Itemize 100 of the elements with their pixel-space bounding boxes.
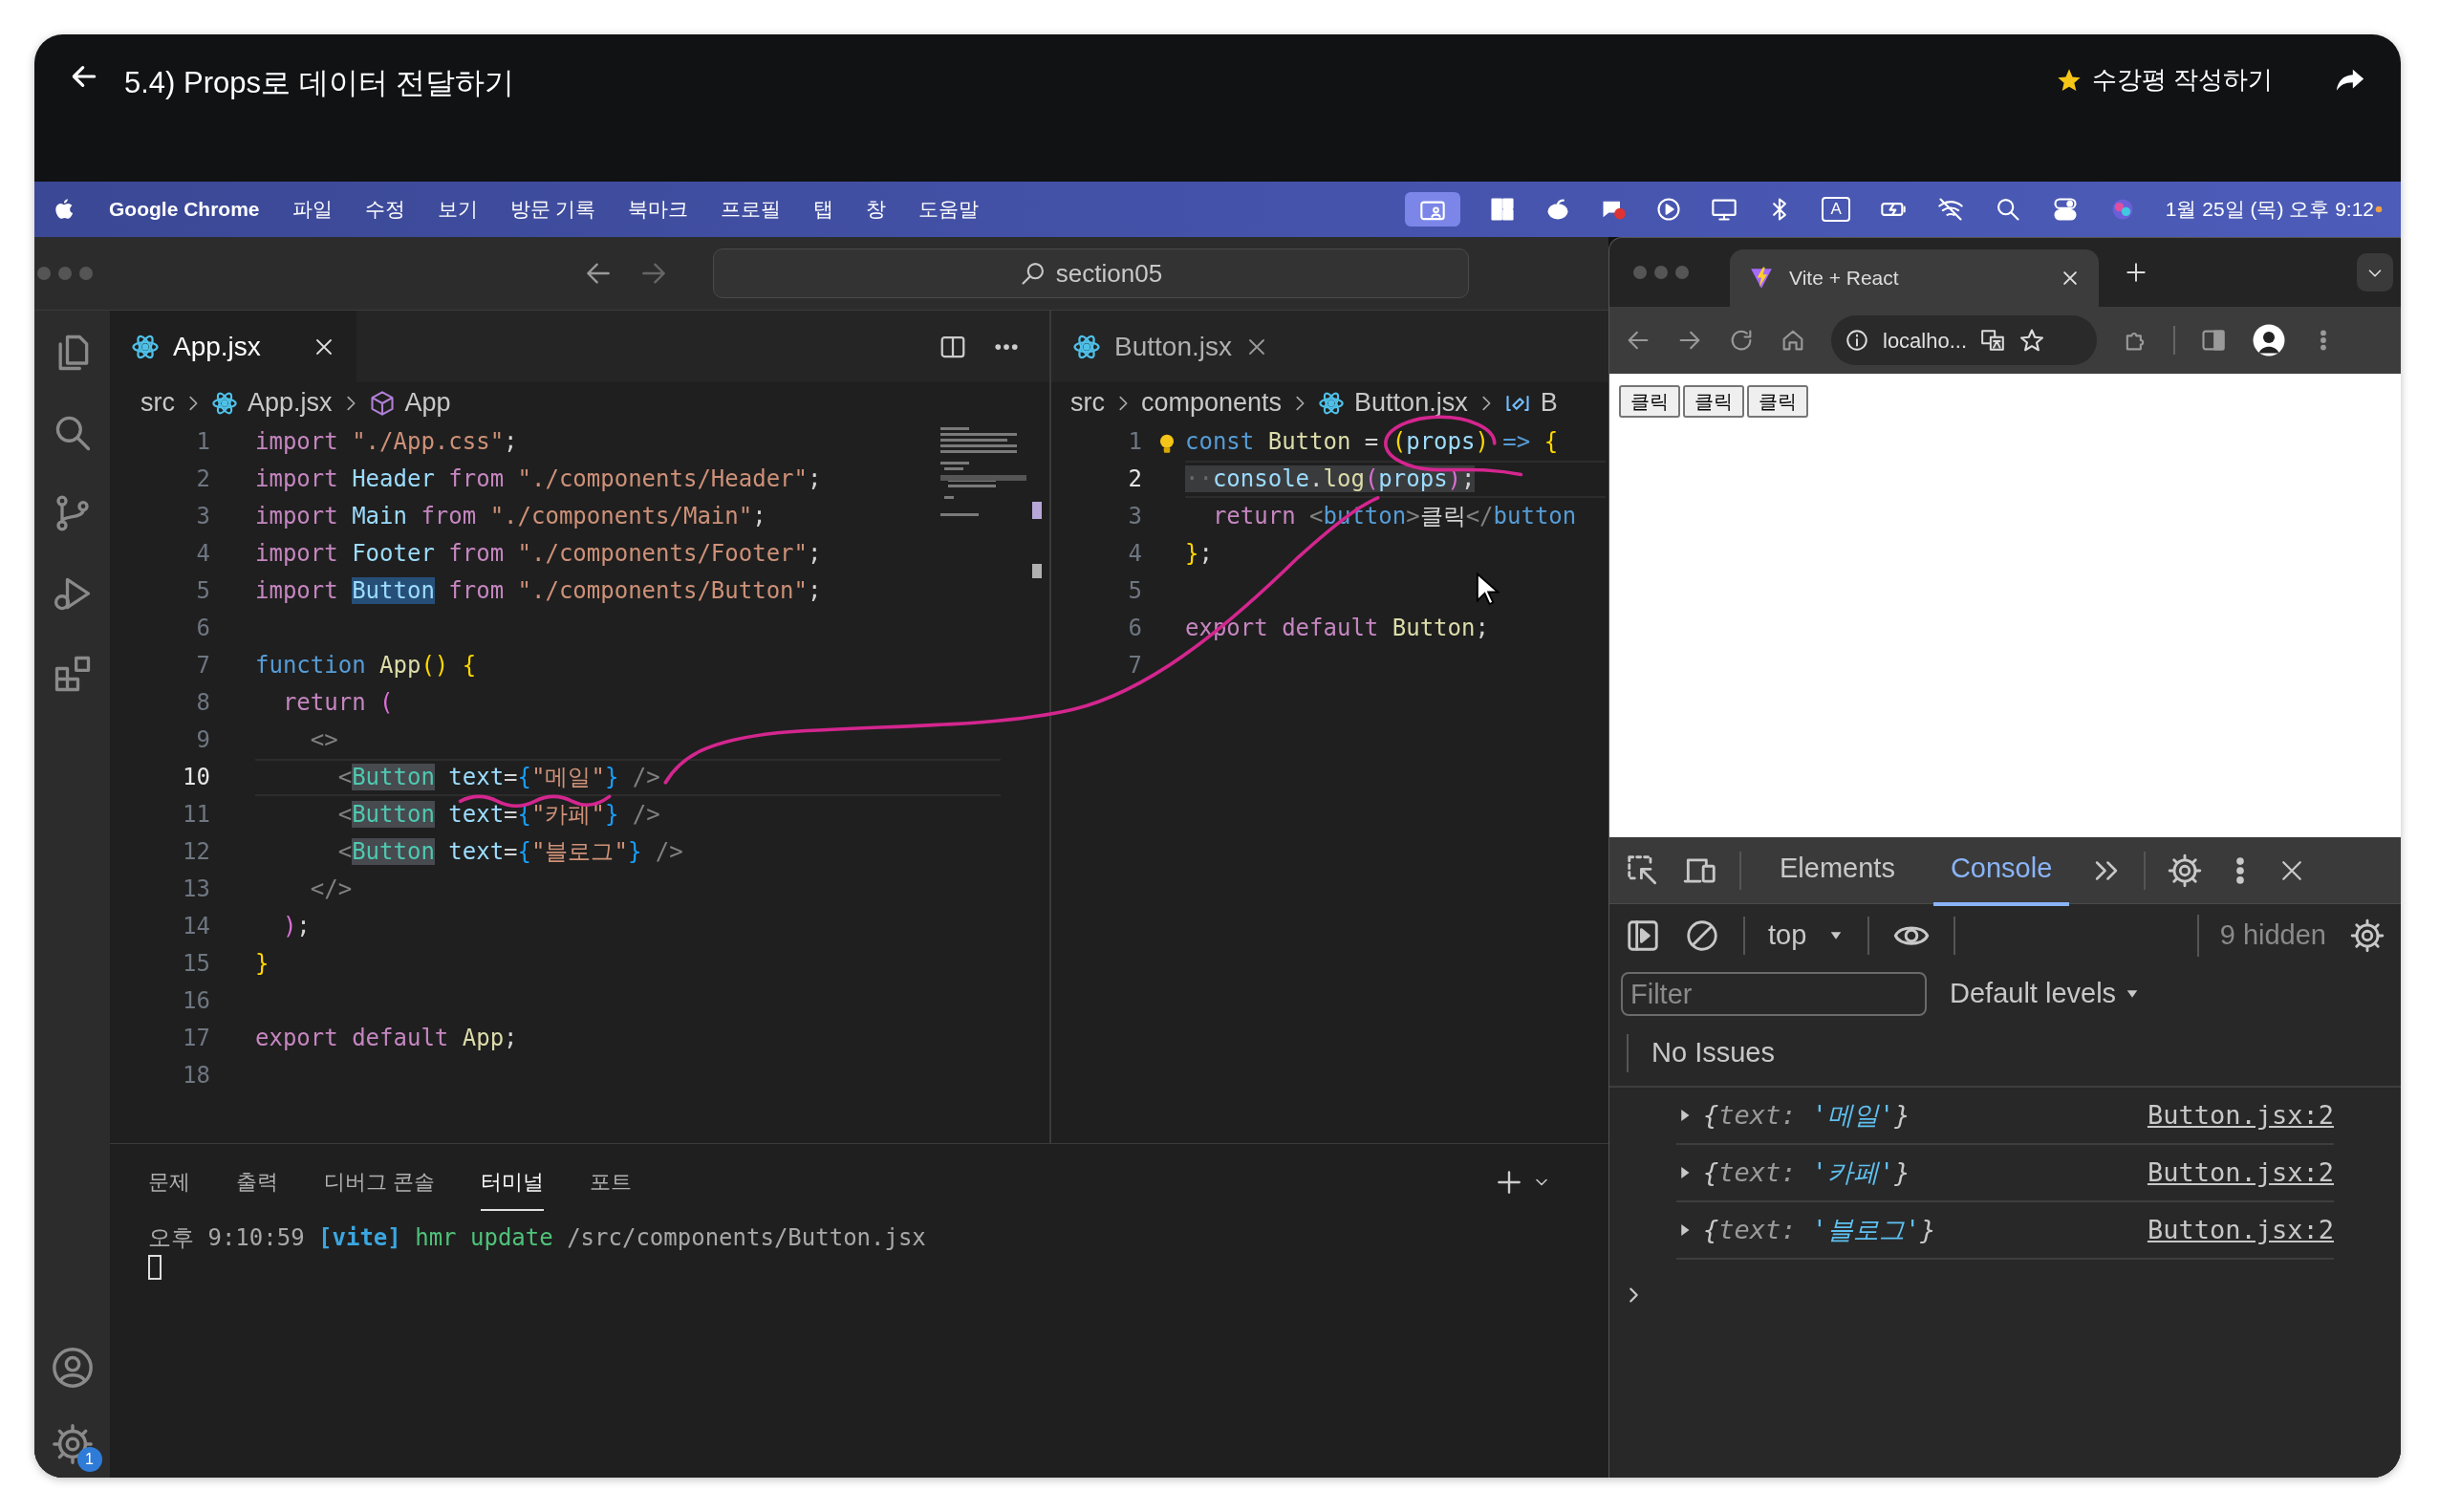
log-entry: {text: '블로그'} xyxy=(1703,1213,1936,1246)
line-number: 4 xyxy=(195,539,210,569)
panels-icon[interactable] xyxy=(1489,196,1517,223)
app-menu[interactable]: Google Chrome xyxy=(109,194,260,225)
clear-console-icon[interactable] xyxy=(1684,918,1720,954)
code-line: import Button from "./components/Button"; xyxy=(255,577,822,604)
code-line: return ( xyxy=(281,689,394,716)
editor-tab[interactable]: App.jsx xyxy=(110,311,356,382)
line-number: 17 xyxy=(182,1024,210,1053)
line-number: 3 xyxy=(195,502,210,531)
filter-field[interactable]: Filter xyxy=(1621,972,1927,1016)
log-entry: {text: '메일'} xyxy=(1703,1098,1910,1132)
translate-icon[interactable] xyxy=(1980,328,2006,353)
minimap-drawing[interactable] xyxy=(939,425,1044,578)
breadcrumb-item[interactable]: components xyxy=(1141,383,1283,422)
sidebar-toggle-icon[interactable] xyxy=(1625,918,1661,954)
breadcrumb-item[interactable]: App.jsx xyxy=(248,383,333,422)
line-number: 8 xyxy=(195,688,210,718)
search-field[interactable]: section05 xyxy=(713,248,1469,298)
menu-item[interactable]: 도움말 xyxy=(918,194,980,225)
terminal-line: 오후 9:10:59 [vite] hmr update /src/components/Button.jsx xyxy=(147,1223,927,1253)
account-icon[interactable] xyxy=(50,1346,95,1390)
source-link[interactable]: Button.jsx:2 xyxy=(2147,1210,2334,1250)
lightning-triangle-icon xyxy=(1749,266,1774,291)
code-line: import "./App.css"; xyxy=(255,428,518,455)
line-number: 10 xyxy=(182,763,210,792)
panel-tab[interactable]: 문제 xyxy=(148,1154,190,1211)
cube-icon xyxy=(368,389,396,417)
menu-bar-clock[interactable]: 1월 25일 (목) 오후 9:12 xyxy=(2165,194,2374,225)
line-number: 13 xyxy=(182,875,210,904)
menu-item[interactable]: 보기 xyxy=(437,194,478,225)
code-line: import Footer from "./components/Footer"; xyxy=(255,540,822,567)
line-number: 3 xyxy=(1127,502,1142,531)
code-line: </> xyxy=(309,875,353,902)
mouse-pointer-icon xyxy=(1475,572,1500,608)
page-button[interactable]: 클릭 xyxy=(1619,385,1680,418)
browser-tab[interactable]: Vite + React xyxy=(1730,249,2099,307)
menu-item[interactable]: 수정 xyxy=(364,194,405,225)
source-link[interactable]: Button.jsx:2 xyxy=(2147,1153,2334,1193)
line-number: 7 xyxy=(195,651,210,680)
line-number: 1 xyxy=(1127,427,1142,457)
menu-item[interactable]: 프로필 xyxy=(721,194,782,225)
settings-icon[interactable] xyxy=(50,1422,95,1466)
menu-item[interactable]: 파일 xyxy=(291,194,333,225)
panel-tab[interactable]: 디버그 콘솔 xyxy=(324,1154,436,1211)
log-entry: {text: '카페'} xyxy=(1703,1156,1910,1189)
review-link[interactable]: 수강평 작성하기 xyxy=(2091,61,2273,98)
page-button[interactable]: 클릭 xyxy=(1683,385,1744,418)
source-link[interactable]: Button.jsx:2 xyxy=(2147,1095,2334,1135)
panel-tab[interactable]: 포트 xyxy=(590,1154,633,1211)
hidden-count: 9 hidden xyxy=(2196,915,2326,957)
context-dropdown[interactable]: top xyxy=(1768,915,1845,957)
settings-icon[interactable] xyxy=(2167,852,2204,889)
search-icon xyxy=(1019,260,1047,287)
line-number: 9 xyxy=(195,725,210,755)
breadcrumb-item[interactable]: App xyxy=(404,383,451,422)
avatar-icon[interactable] xyxy=(2252,323,2286,357)
code-line: ); xyxy=(281,913,311,940)
menu-item[interactable]: 북마크 xyxy=(628,194,689,225)
input-source-indicator[interactable]: A xyxy=(1822,197,1850,222)
panel-tab[interactable]: 터미널 xyxy=(481,1154,545,1211)
line-number: 18 xyxy=(182,1061,210,1091)
screen-share-status[interactable] xyxy=(1405,192,1461,227)
breadcrumb-item[interactable]: B xyxy=(1540,383,1558,422)
line-number: 2 xyxy=(1127,464,1142,494)
breadcrumb-item[interactable]: Button.jsx xyxy=(1354,383,1468,422)
code-line: const Button = (props) => { xyxy=(1185,428,1559,455)
menu-item[interactable]: 방문 기록 xyxy=(509,194,596,225)
console-settings-icon[interactable] xyxy=(2349,918,2385,954)
code-line: }; xyxy=(1185,540,1213,567)
levels-dropdown[interactable]: Default levels xyxy=(1950,973,2142,1015)
menu-item[interactable]: 탭 xyxy=(813,194,834,225)
page-button[interactable]: 클릭 xyxy=(1747,385,1808,418)
star-outline-icon[interactable] xyxy=(2018,327,2046,354)
line-number: 7 xyxy=(1127,651,1142,680)
devtools-tab[interactable]: Elements xyxy=(1762,833,1912,907)
line-number: 5 xyxy=(1127,576,1142,606)
menu-item[interactable]: 창 xyxy=(866,194,887,225)
code-line: <Button text={"메일"} /> xyxy=(336,764,660,790)
address-bar[interactable]: localho... xyxy=(1831,315,2097,365)
wifi-off-icon[interactable] xyxy=(1935,196,1965,223)
line-number: 2 xyxy=(195,464,210,494)
close-icon[interactable] xyxy=(2061,269,2080,288)
breadcrumb-item[interactable]: src xyxy=(140,383,175,422)
code-line: export default App; xyxy=(255,1025,518,1051)
tab-search-button[interactable] xyxy=(2357,253,2393,292)
breadcrumb-item[interactable]: src xyxy=(1070,383,1105,422)
line-number: 14 xyxy=(182,912,210,941)
code-line: <Button text={"블로그"} /> xyxy=(336,838,683,865)
line-number: 5 xyxy=(195,576,210,606)
line-number: 1 xyxy=(195,427,210,457)
notification-badge: 1 xyxy=(76,1447,102,1472)
line-number: 6 xyxy=(1127,614,1142,643)
code-line: import Main from "./components/Main"; xyxy=(255,503,766,529)
line-number: 16 xyxy=(182,986,210,1016)
panel-tab[interactable]: 출력 xyxy=(236,1154,278,1211)
lecture-title: 5.4) Props로 데이터 전달하기 xyxy=(124,65,515,101)
info-icon xyxy=(1845,328,1869,353)
line-number: 12 xyxy=(182,837,210,867)
devtools-tab[interactable]: Console xyxy=(1932,833,2070,907)
